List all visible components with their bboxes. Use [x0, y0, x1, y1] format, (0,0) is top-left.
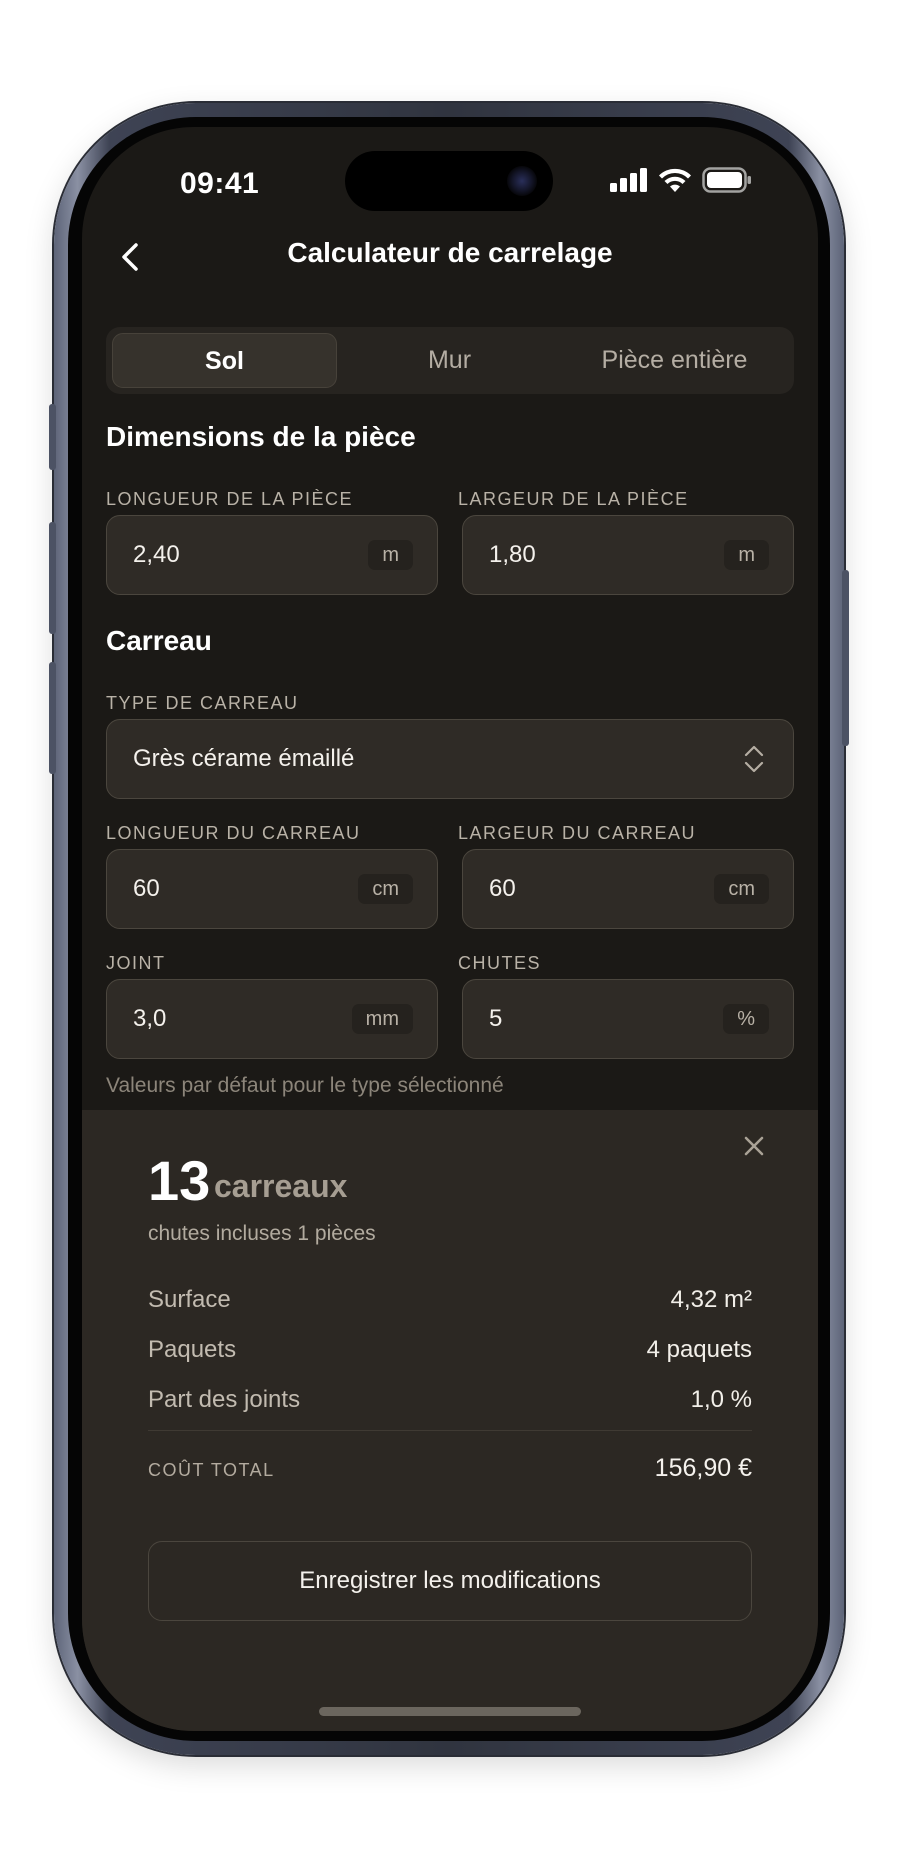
result-subtitle: chutes incluses 1 pièces: [148, 1222, 376, 1245]
room-length-value: 2,40: [133, 541, 180, 568]
wifi-icon: [659, 168, 691, 192]
tile-width-input[interactable]: 60 cm: [462, 849, 794, 929]
save-changes-button[interactable]: Enregistrer les modifications: [148, 1541, 752, 1621]
joint-label: JOINT: [106, 953, 166, 973]
tile-count-unit: carreaux: [214, 1168, 348, 1204]
battery-icon: [702, 167, 751, 193]
status-time: 09:41: [180, 167, 260, 200]
surface-type-segmented-control: Sol Mur Pièce entière: [106, 327, 794, 394]
tile-type-value: Grès cérame émaillé: [133, 745, 355, 772]
chevron-up-down-icon: [744, 745, 764, 773]
room-width-input[interactable]: 1,80 m: [462, 515, 794, 595]
cellular-signal-icon: [610, 168, 647, 192]
tile-length-label: LONGUEUR DU CARREAU: [106, 823, 361, 843]
joints-share-label: Part des joints: [148, 1386, 301, 1413]
front-camera-icon: [507, 166, 537, 196]
room-width-value: 1,80: [489, 541, 536, 568]
tab-piece-entiere[interactable]: Pièce entière: [562, 333, 787, 388]
room-length-label: LONGUEUR DE LA PIÈCE: [106, 489, 354, 509]
room-length-unit: m: [368, 540, 413, 570]
volume-down-button: [49, 662, 56, 774]
tab-sol[interactable]: Sol: [112, 333, 337, 388]
tile-length-value: 60: [133, 875, 160, 902]
packages-value: 4 paquets: [646, 1336, 752, 1363]
room-length-input[interactable]: 2,40 m: [106, 515, 438, 595]
close-sheet-button[interactable]: [740, 1132, 768, 1160]
page-title: Calculateur de carrelage: [287, 237, 613, 268]
close-icon: [744, 1136, 764, 1156]
total-cost-label: COÛT TOTAL: [148, 1460, 275, 1480]
tile-length-unit: cm: [358, 874, 413, 904]
tile-type-label: TYPE DE CARREAU: [106, 693, 299, 713]
tile-width-unit: cm: [714, 874, 769, 904]
joint-input[interactable]: 3,0 mm: [106, 979, 438, 1059]
volume-up-button: [49, 522, 56, 634]
room-section-title: Dimensions de la pièce: [106, 421, 416, 452]
room-width-label: LARGEUR DE LA PIÈCE: [458, 489, 689, 509]
room-width-unit: m: [724, 540, 769, 570]
divider: [148, 1430, 752, 1431]
surface-value: 4,32 m²: [670, 1286, 752, 1313]
tile-width-value: 60: [489, 875, 516, 902]
tile-type-select[interactable]: Grès cérame émaillé: [106, 719, 794, 799]
packages-label: Paquets: [148, 1336, 237, 1363]
status-icons: [610, 165, 752, 195]
defaults-hint: Valeurs par défaut pour le type sélectio…: [106, 1074, 504, 1097]
app-screen: 09:41 Calculateur de carrelage Sol Mur P…: [82, 127, 818, 1731]
home-indicator: [319, 1707, 581, 1716]
waste-input[interactable]: 5 %: [462, 979, 794, 1059]
tile-width-label: LARGEUR DU CARREAU: [458, 823, 697, 843]
joint-value: 3,0: [133, 1005, 167, 1032]
total-cost-value: 156,90 €: [654, 1454, 752, 1482]
tile-section-title: Carreau: [106, 625, 212, 656]
power-button: [842, 570, 849, 746]
waste-label: CHUTES: [458, 953, 542, 973]
waste-unit: %: [723, 1004, 769, 1034]
joints-share-value: 1,0 %: [690, 1386, 752, 1413]
waste-value: 5: [489, 1005, 503, 1032]
action-button: [49, 404, 56, 470]
tile-length-input[interactable]: 60 cm: [106, 849, 438, 929]
tile-count: 13: [148, 1149, 211, 1212]
dynamic-island: [345, 151, 553, 211]
joint-unit: mm: [351, 1004, 413, 1034]
surface-label: Surface: [148, 1286, 231, 1313]
tab-mur[interactable]: Mur: [337, 333, 562, 388]
result-sheet: 13 carreaux chutes incluses 1 pièces Sur…: [82, 1110, 818, 1731]
